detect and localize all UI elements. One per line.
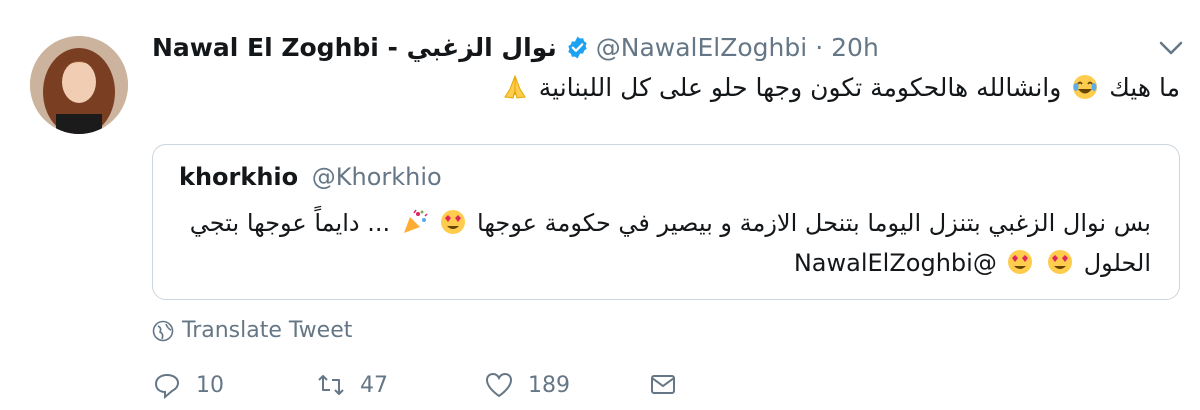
quote-line-1: بس نوال الزغبي بتنزل اليوما بتنحل الازمة… <box>190 203 1151 243</box>
translate-tweet-link[interactable]: Translate Tweet <box>152 318 352 343</box>
separator-dot: · <box>815 32 824 62</box>
confetti-emoji <box>403 209 428 233</box>
laughing-emoji <box>1073 75 1098 99</box>
heart-eyes-emoji <box>441 210 466 234</box>
tweet-text-part2: وانشالله هالحكومة تكون وجها حلو على كل ا… <box>538 73 1062 102</box>
like-button[interactable]: 189 <box>484 370 570 400</box>
share-icon <box>651 375 675 394</box>
quote-text-part2: ... دايماً عوجها بتجي <box>189 209 391 237</box>
tweet-text: ما هيك وانشالله هالحكومة تكون وجها حلو ع… <box>503 70 1180 106</box>
heart-eyes-emoji <box>1008 250 1033 274</box>
quote-text-part3: الحلول <box>1083 249 1151 277</box>
globe-icon <box>152 320 174 341</box>
tweet-text-part1: ما هيك <box>1109 73 1180 102</box>
reply-count: 10 <box>196 372 224 398</box>
quote-text: بس نوال الزغبي بتنزل اليوما بتنحل الازمة… <box>190 203 1151 283</box>
like-count: 189 <box>528 372 570 398</box>
quote-tweet[interactable]: khorkhio @Khorkhio بس نوال الزغبي بتنزل … <box>152 144 1180 300</box>
heart-eyes-emoji <box>1048 250 1073 274</box>
translate-label: Translate Tweet <box>182 318 353 343</box>
display-name[interactable]: Nawal El Zoghbi - نوال الزغبي <box>152 33 557 62</box>
share-button[interactable] <box>648 370 692 400</box>
quote-display-name: khorkhio <box>179 163 299 191</box>
retweet-button[interactable]: 47 <box>316 370 388 400</box>
quote-handle: @Khorkhio <box>311 163 442 191</box>
avatar[interactable] <box>30 36 128 134</box>
timestamp[interactable]: 20h <box>831 33 879 62</box>
handle[interactable]: @NawalElZoghbi <box>596 33 807 62</box>
like-icon <box>485 372 513 398</box>
chevron-down-icon[interactable] <box>1156 36 1186 60</box>
avatar-image <box>30 36 128 134</box>
quote-mention[interactable]: @NawalElZoghbi <box>794 249 997 277</box>
quote-text-part1: بس نوال الزغبي بتنزل اليوما بتنحل الازمة… <box>477 209 1151 237</box>
quote-header: khorkhio @Khorkhio <box>179 163 442 191</box>
verified-icon <box>568 36 587 58</box>
pray-emoji <box>503 74 526 99</box>
quote-line-2: الحلول @NawalElZoghbi <box>251 243 1151 283</box>
tweet-header: Nawal El Zoghbi - نوال الزغبي @NawalElZo… <box>152 30 879 64</box>
reply-button[interactable]: 10 <box>152 370 224 400</box>
retweet-count: 47 <box>360 372 388 398</box>
retweet-icon <box>318 375 344 395</box>
reply-icon <box>154 373 180 400</box>
